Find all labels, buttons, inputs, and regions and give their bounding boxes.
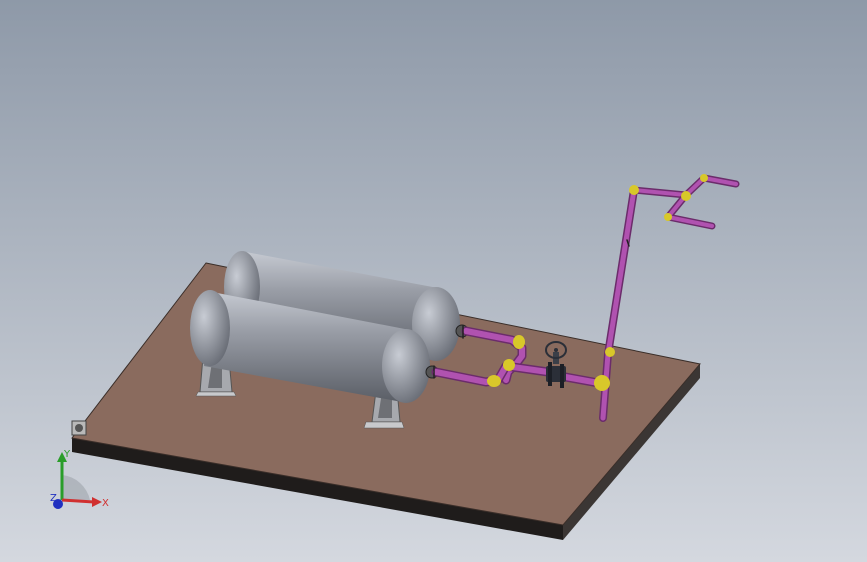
y-axis-label: Y bbox=[63, 449, 71, 460]
graphics-viewport[interactable]: Y X Z bbox=[0, 0, 867, 562]
plate-corner-bolt bbox=[71, 420, 87, 436]
3d-model-scene[interactable]: Y X Z bbox=[0, 0, 867, 562]
x-axis-arrow bbox=[61, 498, 95, 504]
x-axis-label: X bbox=[102, 498, 109, 509]
z-axis-label: Z bbox=[50, 493, 57, 504]
